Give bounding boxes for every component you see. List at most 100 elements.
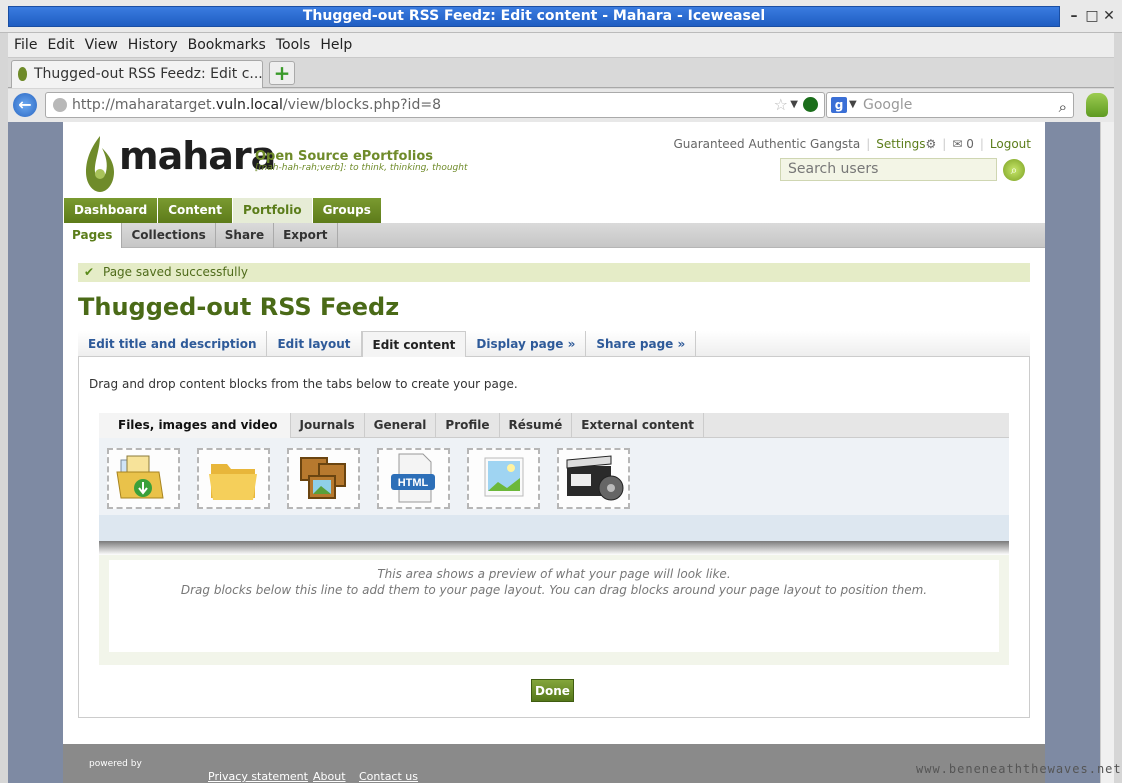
preview-line-2: Drag blocks below this line to add them … bbox=[180, 583, 928, 597]
gear-icon[interactable]: ⚙ bbox=[926, 137, 937, 151]
tab-display-page[interactable]: Display page » bbox=[466, 331, 587, 357]
main-nav: Dashboard Content Portfolio Groups bbox=[64, 198, 382, 223]
about-link[interactable]: About bbox=[313, 770, 346, 783]
vertical-scrollbar[interactable] bbox=[1100, 122, 1114, 783]
mahara-favicon-icon bbox=[18, 67, 27, 81]
tab-edit-layout[interactable]: Edit layout bbox=[267, 331, 362, 357]
tab-edit-content[interactable]: Edit content bbox=[361, 331, 467, 357]
nav-dashboard[interactable]: Dashboard bbox=[64, 198, 159, 223]
browser-tab[interactable]: Thugged-out RSS Feedz: Edit c... bbox=[11, 60, 263, 88]
close-icon[interactable]: ✕ bbox=[1101, 8, 1117, 24]
search-icon[interactable]: ⌕ bbox=[1003, 159, 1025, 181]
tagline: Open Source ePortfolios bbox=[255, 149, 434, 164]
media-video-icon bbox=[566, 455, 624, 501]
block-tray: HTML bbox=[99, 438, 1009, 515]
new-tab-icon[interactable]: + bbox=[269, 61, 295, 85]
browser-tab-label: Thugged-out RSS Feedz: Edit c... bbox=[34, 66, 263, 82]
addon-icon[interactable] bbox=[1086, 93, 1108, 117]
layout-shelf bbox=[99, 541, 1009, 555]
edit-tabs: Edit title and description Edit layout E… bbox=[78, 331, 1030, 357]
nav-portfolio[interactable]: Portfolio bbox=[232, 198, 313, 223]
menu-edit[interactable]: Edit bbox=[42, 33, 79, 57]
subnav-pages[interactable]: Pages bbox=[63, 223, 123, 248]
chevron-down-icon[interactable]: ▼ bbox=[849, 93, 857, 117]
menu-help[interactable]: Help bbox=[315, 33, 357, 57]
block-image-gallery[interactable] bbox=[287, 448, 360, 509]
search-icon[interactable]: ⌕ bbox=[1059, 95, 1067, 119]
privacy-link[interactable]: Privacy statement bbox=[208, 770, 308, 783]
url-path: /view/blocks.php?id=8 bbox=[282, 97, 441, 113]
menu-history[interactable]: History bbox=[123, 33, 183, 57]
user-name[interactable]: Guaranteed Authentic Gangsta bbox=[673, 137, 860, 151]
block-html[interactable]: HTML bbox=[377, 448, 450, 509]
web-search-placeholder: Google bbox=[863, 97, 913, 113]
sub-nav: Pages Collections Share Export bbox=[63, 223, 1045, 248]
watermark: www.beneneaththewaves.net bbox=[916, 762, 1122, 776]
tray-band bbox=[99, 515, 1009, 541]
svg-text:HTML: HTML bbox=[398, 477, 429, 489]
block-folder[interactable] bbox=[197, 448, 270, 509]
settings-link[interactable]: Settings bbox=[876, 137, 925, 151]
tab-files-images-video[interactable]: Files, images and video bbox=[99, 413, 291, 438]
nav-content[interactable]: Content bbox=[158, 198, 233, 223]
tab-profile[interactable]: Profile bbox=[436, 413, 500, 438]
subnav-collections[interactable]: Collections bbox=[122, 223, 216, 248]
maximize-icon[interactable]: □ bbox=[1084, 8, 1100, 24]
tab-share-page[interactable]: Share page » bbox=[586, 331, 697, 357]
tab-external-content[interactable]: External content bbox=[572, 413, 704, 438]
tagline-sub: [mah-hah-rah;verb]: to think, thinking, … bbox=[255, 163, 468, 173]
minimize-icon[interactable]: – bbox=[1066, 8, 1082, 24]
menu-file[interactable]: File bbox=[9, 33, 42, 57]
url-bar[interactable]: http://maharatarget.vuln.local/view/bloc… bbox=[45, 92, 825, 118]
page-preview: This area shows a preview of what your p… bbox=[99, 555, 1009, 665]
block-image[interactable] bbox=[467, 448, 540, 509]
inbox-count[interactable]: 0 bbox=[966, 137, 974, 151]
nav-groups[interactable]: Groups bbox=[312, 198, 382, 223]
logo-text[interactable]: mahara bbox=[119, 134, 276, 178]
subnav-share[interactable]: Share bbox=[216, 223, 275, 248]
chevron-down-icon[interactable]: ▼ bbox=[790, 93, 798, 117]
window-titlebar: Thugged-out RSS Feedz: Edit content - Ma… bbox=[0, 0, 1122, 33]
success-message: ✔ Page saved successfully bbox=[78, 263, 1030, 282]
preview-line-1: This area shows a preview of what your p… bbox=[377, 567, 731, 581]
back-arrow-icon[interactable]: ← bbox=[13, 93, 37, 117]
globe-icon bbox=[53, 98, 67, 112]
html-icon: HTML bbox=[391, 453, 435, 503]
subnav-export[interactable]: Export bbox=[274, 223, 338, 248]
tab-general[interactable]: General bbox=[365, 413, 437, 438]
edit-content-panel: Drag and drop content blocks from the ta… bbox=[78, 357, 1030, 718]
done-button[interactable]: Done bbox=[531, 679, 574, 702]
tab-journals[interactable]: Journals bbox=[291, 413, 365, 438]
url-prefix: http://maharatarget. bbox=[72, 97, 216, 113]
logout-link[interactable]: Logout bbox=[990, 137, 1031, 151]
menubar: File Edit View History Bookmarks Tools Help bbox=[8, 33, 1114, 58]
menu-tools[interactable]: Tools bbox=[271, 33, 316, 57]
mail-icon[interactable]: ✉ bbox=[952, 137, 962, 151]
folder-icon bbox=[209, 464, 257, 500]
checkmark-icon: ✔ bbox=[84, 265, 95, 279]
menu-bookmarks[interactable]: Bookmarks bbox=[183, 33, 271, 57]
tab-edit-title[interactable]: Edit title and description bbox=[78, 331, 268, 357]
file-download-icon bbox=[116, 455, 164, 499]
web-search-bar[interactable]: g ▼ Google ⌕ bbox=[826, 92, 1074, 118]
google-icon[interactable]: g bbox=[831, 97, 847, 113]
user-links: Guaranteed Authentic Gangsta | Settings⚙ | ✉… bbox=[673, 137, 1031, 151]
user-search-input[interactable]: Search users bbox=[780, 158, 997, 181]
browser-viewport: mahara Open Source ePortfolios [mah-hah-… bbox=[8, 122, 1100, 783]
image-icon bbox=[484, 457, 524, 497]
contact-link[interactable]: Contact us bbox=[359, 770, 418, 783]
bookmark-star-icon[interactable]: ☆ bbox=[774, 93, 788, 117]
image-gallery-icon bbox=[300, 457, 346, 499]
window-title: Thugged-out RSS Feedz: Edit content - Ma… bbox=[8, 6, 1060, 27]
preview-dropzone[interactable]: This area shows a preview of what your p… bbox=[109, 560, 999, 652]
instructions: Drag and drop content blocks from the ta… bbox=[89, 377, 518, 391]
mahara-logo-icon[interactable] bbox=[82, 134, 118, 194]
block-file-download[interactable] bbox=[107, 448, 180, 509]
tab-resume[interactable]: Résumé bbox=[500, 413, 573, 438]
menu-view[interactable]: View bbox=[80, 33, 123, 57]
navigation-toolbar: ← http://maharatarget.vuln.local/view/bl… bbox=[8, 89, 1114, 122]
mahara-page: mahara Open Source ePortfolios [mah-hah-… bbox=[63, 122, 1045, 783]
block-media[interactable] bbox=[557, 448, 630, 509]
go-icon[interactable] bbox=[803, 97, 818, 112]
footer: powered by Privacy statement About Conta… bbox=[63, 744, 1045, 783]
